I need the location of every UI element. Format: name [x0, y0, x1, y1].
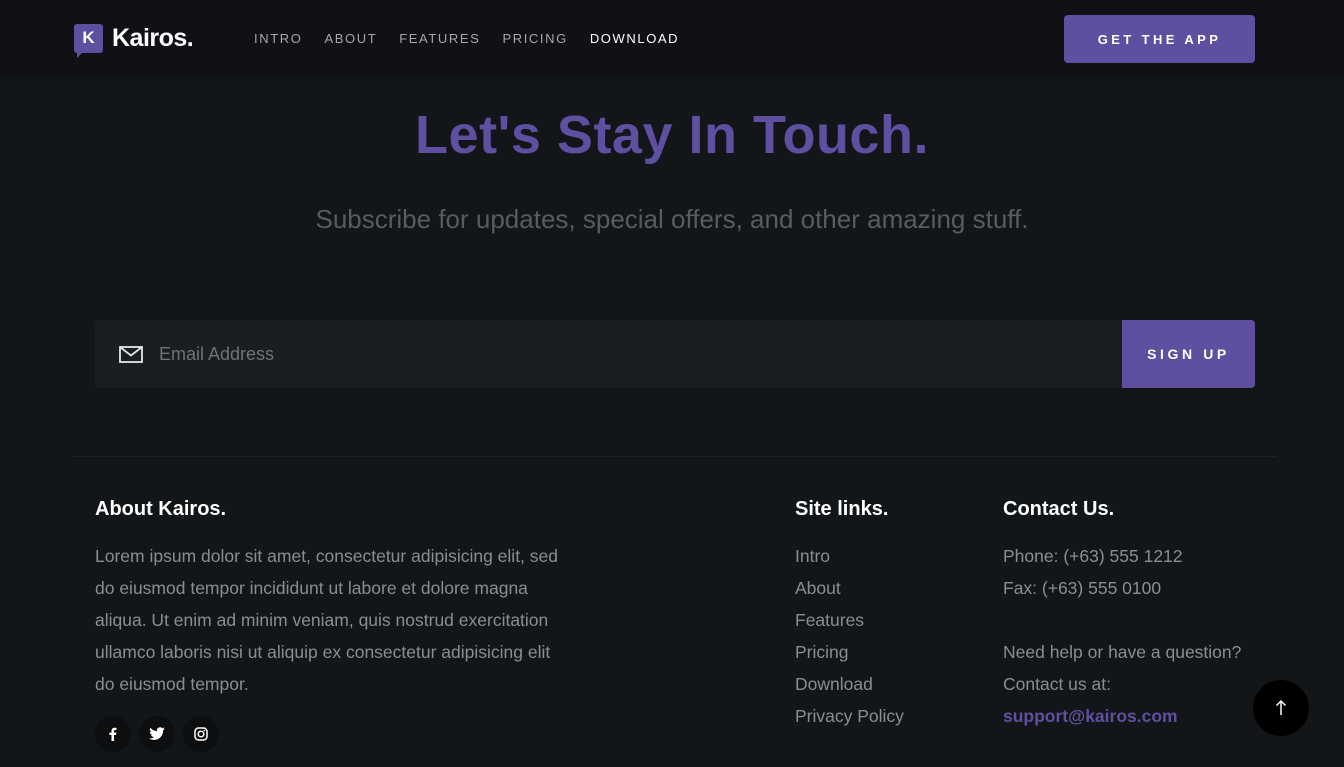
footer-link-features[interactable]: Features: [795, 604, 904, 636]
nav-features[interactable]: FEATURES: [399, 31, 480, 47]
logo-text: Kairos.: [112, 23, 194, 52]
section-divider: [74, 456, 1277, 457]
contact-email-link[interactable]: support@kairos.com: [1003, 700, 1241, 732]
back-to-top-button[interactable]: [1253, 680, 1309, 736]
contact-help: Need help or have a question?: [1003, 642, 1242, 662]
subscribe-form: SIGN UP: [95, 320, 1255, 388]
logo-mark: K: [74, 23, 103, 58]
social-links: [95, 716, 219, 752]
site-links-title: Site links.: [795, 498, 889, 520]
contact-title: Contact Us.: [1003, 498, 1115, 520]
footer-link-about[interactable]: About: [795, 572, 904, 604]
contact-info: Phone: (+63) 555 1212 Fax: (+63) 555 010…: [1003, 540, 1241, 732]
footer-link-privacy-policy[interactable]: Privacy Policy: [795, 700, 904, 732]
nav-download[interactable]: DOWNLOAD: [590, 31, 679, 47]
about-title: About Kairos.: [95, 498, 227, 520]
page-title: Let's Stay In Touch.: [415, 105, 929, 165]
email-input[interactable]: [159, 320, 1099, 388]
arrow-up-icon: [1275, 699, 1287, 715]
mail-icon: [119, 346, 143, 363]
contact-fax: Fax: (+63) 555 0100: [1003, 578, 1162, 598]
contact-at: Contact us at:: [1003, 674, 1111, 694]
contact-phone: Phone: (+63) 555 1212: [1003, 546, 1183, 566]
nav-intro[interactable]: INTRO: [254, 31, 302, 47]
nav-pricing[interactable]: PRICING: [502, 31, 567, 47]
site-header: K Kairos. INTRO ABOUT FEATURES PRICING D…: [0, 0, 1344, 77]
site-links-list: Intro About Features Pricing Download Pr…: [795, 540, 904, 732]
instagram-icon[interactable]: [183, 716, 219, 752]
footer-link-pricing[interactable]: Pricing: [795, 636, 904, 668]
sign-up-button[interactable]: SIGN UP: [1122, 320, 1255, 388]
footer-link-download[interactable]: Download: [795, 668, 904, 700]
nav-about[interactable]: ABOUT: [324, 31, 377, 47]
get-the-app-button[interactable]: GET THE APP: [1064, 15, 1255, 63]
about-text: Lorem ipsum dolor sit amet, consectetur …: [95, 546, 558, 694]
logo[interactable]: K Kairos.: [74, 22, 194, 58]
footer-link-intro[interactable]: Intro: [795, 540, 904, 572]
page-subtitle: Subscribe for updates, special offers, a…: [315, 204, 1029, 234]
main-nav: INTRO ABOUT FEATURES PRICING DOWNLOAD: [254, 31, 701, 47]
facebook-icon[interactable]: [95, 716, 131, 752]
twitter-icon[interactable]: [139, 716, 175, 752]
